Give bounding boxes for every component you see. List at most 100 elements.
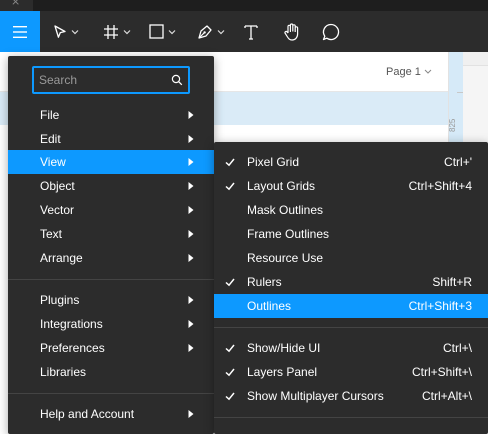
- hamburger-menu-icon: [13, 25, 27, 38]
- menu-item-label: File: [40, 108, 60, 122]
- menu-item-label: Edit: [40, 132, 61, 146]
- frame-hash-icon: [104, 24, 118, 39]
- file-tab[interactable]: ×: [0, 0, 33, 11]
- chevron-right-icon: [188, 182, 194, 190]
- menu-item-label: Libraries: [40, 365, 87, 379]
- menu-item-view[interactable]: View: [8, 150, 214, 174]
- checkmark-icon: [225, 158, 235, 167]
- submenu-item-label: Mask Outlines: [247, 203, 324, 217]
- checkmark-icon: [225, 344, 235, 353]
- submenu-item-label: Resource Use: [247, 251, 324, 265]
- pen-tool-button[interactable]: [196, 11, 225, 52]
- comment-tool-button[interactable]: [321, 11, 341, 52]
- shortcut-label: Ctrl+Shift+\: [411, 365, 472, 379]
- submenu-item-label: Layout Grids: [247, 179, 316, 193]
- chevron-down-icon: [71, 29, 79, 34]
- chevron-right-icon: [188, 230, 194, 238]
- shortcut-label: Shift+R: [432, 275, 472, 289]
- menu-search-input[interactable]: [39, 72, 159, 88]
- shortcut-label: Ctrl+': [444, 155, 472, 169]
- checkmark-icon: [225, 182, 235, 191]
- move-tool-button[interactable]: [52, 11, 79, 52]
- checkmark-icon: [225, 278, 235, 287]
- page-selector[interactable]: Page 1: [386, 66, 421, 78]
- menu-search-box[interactable]: [32, 66, 190, 94]
- chevron-right-icon: [188, 158, 194, 166]
- menu-item-preferences[interactable]: Preferences: [8, 336, 214, 360]
- chevron-right-icon: [188, 344, 194, 352]
- menu-item-label: Vector: [40, 203, 75, 217]
- hand-tool-button[interactable]: [282, 11, 302, 52]
- search-icon: [171, 74, 183, 86]
- submenu-item-layers-panel[interactable]: Layers Panel Ctrl+Shift+\: [214, 360, 488, 384]
- view-submenu: Pixel Grid Ctrl+' Layout Grids Ctrl+Shif…: [214, 142, 488, 434]
- text-tool-icon: [244, 24, 258, 40]
- comment-icon: [322, 23, 340, 40]
- ruler-selection-highlight: [449, 52, 463, 156]
- submenu-item-label: Outlines: [247, 299, 292, 313]
- close-tab-icon[interactable]: ×: [11, 0, 20, 8]
- checkmark-icon: [225, 392, 235, 401]
- chevron-down-icon: [217, 29, 225, 34]
- menu-item-object[interactable]: Object: [8, 174, 214, 198]
- main-menu-button[interactable]: [0, 11, 40, 52]
- text-tool-button[interactable]: [242, 11, 260, 52]
- menu-divider: [214, 417, 488, 418]
- submenu-item-label: Pixel Grid: [247, 155, 300, 169]
- chevron-right-icon: [188, 410, 194, 418]
- submenu-item-label: Show/Hide UI: [247, 341, 321, 355]
- submenu-item-label: Show Multiplayer Cursors: [247, 389, 384, 403]
- menu-item-integrations[interactable]: Integrations: [8, 312, 214, 336]
- submenu-item-label: Layers Panel: [247, 365, 318, 379]
- menu-item-label: Plugins: [40, 293, 80, 307]
- menu-divider: [8, 393, 214, 394]
- menu-item-libraries[interactable]: Libraries: [8, 360, 214, 384]
- ruler-tick: [457, 92, 463, 93]
- submenu-item-pixel-grid[interactable]: Pixel Grid Ctrl+': [214, 150, 488, 174]
- pen-icon: [198, 24, 212, 39]
- menu-item-plugins[interactable]: Plugins: [8, 288, 214, 312]
- menu-item-vector[interactable]: Vector: [8, 198, 214, 222]
- shortcut-label: Ctrl+Shift+4: [408, 179, 472, 193]
- submenu-item-rulers[interactable]: Rulers Shift+R: [214, 270, 488, 294]
- menu-item-text[interactable]: Text: [8, 222, 214, 246]
- menu-divider: [8, 279, 214, 280]
- menu-item-label: Arrange: [40, 251, 83, 265]
- submenu-item-outlines[interactable]: Outlines Ctrl+Shift+3: [214, 294, 488, 318]
- submenu-item-frame-outlines[interactable]: Frame Outlines: [214, 222, 488, 246]
- menu-item-label: Preferences: [40, 341, 105, 355]
- main-menu: File Edit View Object Vector Text Arrang…: [8, 56, 214, 434]
- chevron-right-icon: [188, 320, 194, 328]
- menu-item-label: Object: [40, 179, 75, 193]
- ruler-corner: [463, 52, 488, 66]
- chevron-right-icon: [188, 206, 194, 214]
- chevron-right-icon: [188, 254, 194, 262]
- move-arrow-icon: [54, 24, 66, 38]
- submenu-item-resource-use[interactable]: Resource Use: [214, 246, 488, 270]
- menu-item-label: Help and Account: [40, 407, 135, 421]
- menu-item-file[interactable]: File: [8, 103, 214, 127]
- submenu-item-show-multiplayer-cursors[interactable]: Show Multiplayer Cursors Ctrl+Alt+\: [214, 384, 488, 408]
- submenu-item-layout-grids[interactable]: Layout Grids Ctrl+Shift+4: [214, 174, 488, 198]
- submenu-item-label: Frame Outlines: [247, 227, 330, 241]
- checkmark-icon: [225, 368, 235, 377]
- menu-item-help-and-account[interactable]: Help and Account: [8, 402, 214, 426]
- rectangle-icon: [149, 24, 164, 39]
- frame-tool-button[interactable]: [102, 11, 131, 52]
- shape-tool-button[interactable]: [148, 11, 176, 52]
- submenu-item-show-hide-ui[interactable]: Show/Hide UI Ctrl+\: [214, 336, 488, 360]
- shortcut-label: Ctrl+Alt+\: [421, 389, 472, 403]
- menu-item-edit[interactable]: Edit: [8, 127, 214, 151]
- menu-divider: [214, 327, 488, 328]
- menu-item-label: Integrations: [40, 317, 103, 331]
- menu-item-label: View: [40, 155, 66, 169]
- menu-item-arrange[interactable]: Arrange: [8, 246, 214, 270]
- submenu-item-mask-outlines[interactable]: Mask Outlines: [214, 198, 488, 222]
- chevron-right-icon: [188, 296, 194, 304]
- hand-icon: [284, 22, 299, 41]
- ruler-number: 825: [448, 118, 457, 132]
- chevron-right-icon: [188, 135, 194, 143]
- toolbar: [0, 11, 488, 52]
- shortcut-label: Ctrl+Shift+3: [408, 299, 472, 313]
- chevron-right-icon: [188, 111, 194, 119]
